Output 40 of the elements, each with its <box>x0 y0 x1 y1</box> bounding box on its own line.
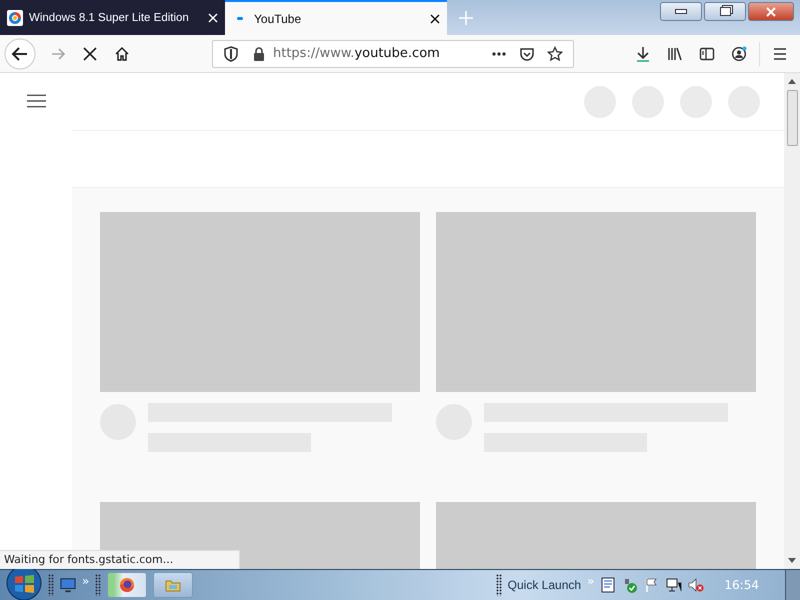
bookmark-star-icon[interactable] <box>547 46 563 62</box>
security-shield-icon[interactable] <box>622 577 638 593</box>
library-icon[interactable] <box>667 46 683 62</box>
download-icon[interactable] <box>635 46 651 62</box>
quick-launch-label: Quick Launch <box>508 578 582 592</box>
document-icon[interactable] <box>600 577 616 593</box>
address-bar[interactable]: https://www.youtube.com <box>212 40 574 68</box>
url-prefix: https://www. <box>273 46 354 61</box>
browser-tab[interactable]: YouTube <box>225 0 447 35</box>
padlock-icon <box>251 46 267 62</box>
show-desktop-icon[interactable] <box>60 577 76 593</box>
menu-icon[interactable] <box>772 46 788 62</box>
home-icon[interactable] <box>114 46 130 62</box>
scrollbar[interactable] <box>784 73 800 569</box>
restore-button[interactable] <box>704 2 746 21</box>
pocket-icon[interactable] <box>519 46 535 62</box>
clock-text: 16:54 <box>724 578 759 592</box>
browser-icon <box>119 577 136 593</box>
speaker-muted-icon[interactable] <box>688 577 704 593</box>
status-text: Waiting for fonts.gstatic.com... <box>0 550 240 569</box>
network-icon[interactable] <box>666 577 682 593</box>
tab-title: YouTube <box>254 12 302 26</box>
scroll-up-icon[interactable] <box>788 79 796 84</box>
scroll-thumb[interactable] <box>786 90 798 146</box>
minimize-button[interactable] <box>660 2 702 21</box>
close-tab-icon[interactable] <box>430 14 440 24</box>
url-domain: youtube.com <box>354 46 440 61</box>
sidebar-icon[interactable] <box>699 46 715 62</box>
taskbar-button[interactable] <box>107 572 148 598</box>
back-button[interactable] <box>4 38 36 70</box>
scroll-down-icon[interactable] <box>788 558 796 563</box>
tab-title: Windows 8.1 Super Lite Edition <box>29 12 190 24</box>
close-button[interactable] <box>748 2 794 21</box>
show-desktop-button[interactable] <box>785 570 800 600</box>
browser-tab[interactable]: Windows 8.1 Super Lite Edition <box>0 0 225 35</box>
account-icon[interactable] <box>731 46 747 62</box>
close-icon <box>766 6 776 16</box>
shield-icon[interactable] <box>223 46 239 62</box>
stop-icon[interactable] <box>82 46 98 62</box>
menu-icon[interactable] <box>27 94 46 108</box>
